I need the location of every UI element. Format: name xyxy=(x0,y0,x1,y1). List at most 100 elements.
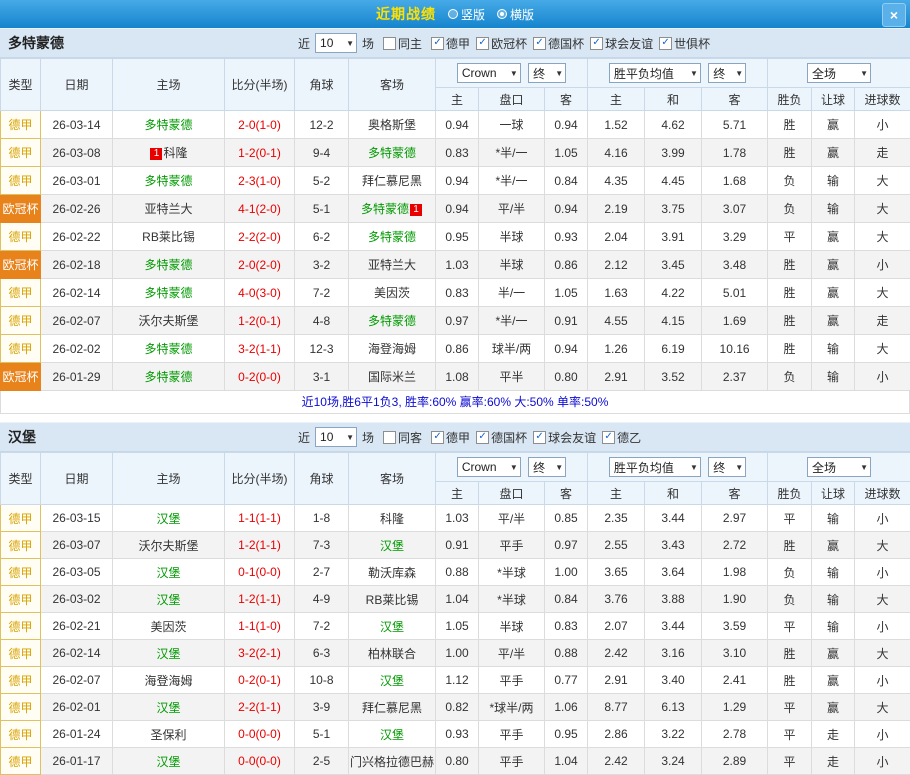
odds-time-select[interactable]: 终▼ xyxy=(528,457,566,477)
match-date: 26-02-14 xyxy=(41,640,113,667)
wdl-average-value: 胜平负均值 xyxy=(614,459,674,476)
match-score: 1-2(1-1) xyxy=(225,532,295,559)
result-winlose: 负 xyxy=(768,586,812,613)
euro-away-odds: 3.07 xyxy=(702,195,768,223)
match-score: 2-2(2-0) xyxy=(225,223,295,251)
euro-time-select[interactable]: 终▼ xyxy=(708,457,746,477)
result-winlose: 负 xyxy=(768,167,812,195)
league-filter-checkbox[interactable]: ✓德国杯 xyxy=(533,35,584,52)
result-handicap: 输 xyxy=(812,335,855,363)
match-row: 德甲26-03-05汉堡0-1(0-0)2-7勒沃库森0.88*半球1.003.… xyxy=(1,559,910,586)
result-winlose: 负 xyxy=(768,559,812,586)
euro-time-select[interactable]: 终▼ xyxy=(708,63,746,83)
corner-count: 6-2 xyxy=(295,223,349,251)
away-team: 勒沃库森 xyxy=(349,559,436,586)
euro-away-odds: 1.90 xyxy=(702,586,768,613)
col-winlose: 胜负 xyxy=(768,482,812,505)
checkbox-label: 球会友谊 xyxy=(548,429,596,446)
asian-odds-header: Crown▼ 终▼ xyxy=(436,453,588,482)
away-team: 汉堡 xyxy=(349,613,436,640)
league-filter-checkbox[interactable]: ✓德甲 xyxy=(431,429,470,446)
col-away: 客场 xyxy=(349,453,436,505)
result-goals: 小 xyxy=(855,748,910,775)
asian-handicap: *半球 xyxy=(479,559,545,586)
euro-away-odds: 3.29 xyxy=(702,223,768,251)
euro-home-odds: 4.16 xyxy=(588,139,645,167)
match-date: 26-02-07 xyxy=(41,667,113,694)
match-row: 德甲26-01-17汉堡0-0(0-0)2-5门兴格拉德巴赫0.80平手1.04… xyxy=(1,748,910,775)
close-icon[interactable]: × xyxy=(882,3,906,27)
same-venue-checkbox[interactable]: 同主 xyxy=(383,35,422,52)
games-label: 场 xyxy=(362,35,374,52)
scope-select[interactable]: 全场▼ xyxy=(807,457,871,477)
league-filter-checkbox[interactable]: ✓球会友谊 xyxy=(590,35,653,52)
euro-away-odds: 5.71 xyxy=(702,111,768,139)
asian-away-odds: 0.91 xyxy=(545,307,588,335)
asian-away-odds: 1.04 xyxy=(545,748,588,775)
match-row: 德甲26-03-02汉堡1-2(1-1)4-9RB莱比锡1.04*半球0.843… xyxy=(1,586,910,613)
asian-handicap: 一球 xyxy=(479,111,545,139)
radio-vertical-layout[interactable]: 竖版 xyxy=(448,6,485,23)
checkbox-check-icon: ✓ xyxy=(590,37,603,50)
team-name-text: 勒沃库森 xyxy=(368,566,416,580)
wdl-average-select[interactable]: 胜平负均值▼ xyxy=(609,63,701,83)
checkbox-label: 德国杯 xyxy=(548,35,584,52)
corner-count: 7-2 xyxy=(295,613,349,640)
match-date: 26-03-05 xyxy=(41,559,113,586)
league-filter-checkbox[interactable]: ✓德乙 xyxy=(602,429,641,446)
league-filter-checkbox[interactable]: ✓德甲 xyxy=(431,35,470,52)
team-name-text: 奥格斯堡 xyxy=(368,118,416,132)
euro-home-odds: 3.65 xyxy=(588,559,645,586)
home-team: 亚特兰大 xyxy=(113,195,225,223)
col-goals: 进球数 xyxy=(855,88,910,111)
match-date: 26-02-21 xyxy=(41,613,113,640)
league-filter-checkbox[interactable]: ✓球会友谊 xyxy=(533,429,596,446)
asian-home-odds: 0.91 xyxy=(436,532,479,559)
wdl-average-select[interactable]: 胜平负均值▼ xyxy=(609,457,701,477)
col-euro-draw: 和 xyxy=(645,482,702,505)
euro-home-odds: 1.52 xyxy=(588,111,645,139)
league-filter-checkbox[interactable]: ✓世俱杯 xyxy=(659,35,710,52)
col-score: 比分(半场) xyxy=(225,59,295,111)
result-handicap: 输 xyxy=(812,559,855,586)
euro-away-odds: 2.97 xyxy=(702,505,768,532)
corner-count: 4-8 xyxy=(295,307,349,335)
league-tag: 德甲 xyxy=(1,640,41,667)
odds-provider-select[interactable]: Crown▼ xyxy=(457,457,521,477)
corner-count: 3-9 xyxy=(295,694,349,721)
same-venue-checkbox[interactable]: 同客 xyxy=(383,429,422,446)
radio-horizontal-layout[interactable]: 横版 xyxy=(497,6,534,23)
games-count-select[interactable]: 10 ▼ xyxy=(315,33,357,53)
team-name-text: 汉堡 xyxy=(156,701,180,715)
match-row: 德甲26-03-01多特蒙德2-3(1-0)5-2拜仁慕尼黑0.94*半/一0.… xyxy=(1,167,910,195)
team-name: 汉堡 xyxy=(0,427,36,447)
away-team: 海登海姆 xyxy=(349,335,436,363)
league-filter-checkbox[interactable]: ✓德国杯 xyxy=(476,429,527,446)
asian-handicap: *半/一 xyxy=(479,139,545,167)
col-winlose: 胜负 xyxy=(768,88,812,111)
odds-provider-select[interactable]: Crown▼ xyxy=(457,63,521,83)
odds-time-select[interactable]: 终▼ xyxy=(528,63,566,83)
near-label: 近 xyxy=(298,35,310,52)
result-winlose: 胜 xyxy=(768,640,812,667)
match-score: 3-2(2-1) xyxy=(225,640,295,667)
league-tag: 德甲 xyxy=(1,559,41,586)
corner-count: 7-2 xyxy=(295,279,349,307)
match-score: 4-0(3-0) xyxy=(225,279,295,307)
games-count-select[interactable]: 10 ▼ xyxy=(315,427,357,447)
asian-home-odds: 1.05 xyxy=(436,613,479,640)
match-row: 德甲26-03-15汉堡1-1(1-1)1-8科隆1.03平/半0.852.35… xyxy=(1,505,910,532)
col-score: 比分(半场) xyxy=(225,453,295,505)
odds-provider-value: Crown xyxy=(462,66,497,80)
chevron-down-icon: ▼ xyxy=(346,39,354,48)
away-team: 汉堡 xyxy=(349,667,436,694)
scope-select[interactable]: 全场▼ xyxy=(807,63,871,83)
asian-home-odds: 0.95 xyxy=(436,223,479,251)
match-score: 0-2(0-0) xyxy=(225,363,295,391)
checkbox-check-icon: ✓ xyxy=(659,37,672,50)
league-filter-group: ✓德甲✓欧冠杯✓德国杯✓球会友谊✓世俱杯 xyxy=(425,34,710,52)
euro-time-value: 终 xyxy=(713,65,725,82)
result-handicap: 赢 xyxy=(812,532,855,559)
league-filter-checkbox[interactable]: ✓欧冠杯 xyxy=(476,35,527,52)
wdl-average-value: 胜平负均值 xyxy=(614,65,674,82)
